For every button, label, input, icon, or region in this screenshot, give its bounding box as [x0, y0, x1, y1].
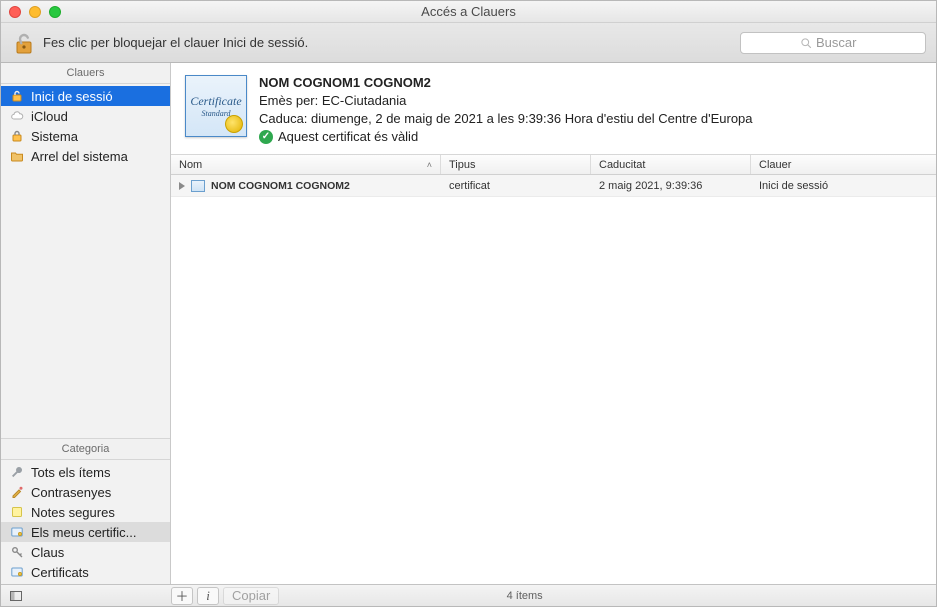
column-label: Caducitat	[599, 159, 645, 171]
sidebar-category-keys[interactable]: Claus	[1, 542, 170, 562]
column-header-keychain[interactable]: Clauer	[751, 155, 936, 174]
certificate-issuer: Emès per: EC-Ciutadania	[259, 93, 753, 108]
footer: ＋ i Copiar 4 ítems	[1, 584, 936, 606]
main-split: Clauers Inici de sessió iCloud	[1, 63, 936, 584]
certificate-icon	[9, 524, 25, 540]
sidebar-category-header: Categoria	[1, 439, 170, 460]
minimize-window-button[interactable]	[29, 6, 41, 18]
sidebar-item-label: Tots els ítems	[31, 465, 110, 480]
sidebar-item-label: Inici de sessió	[31, 89, 113, 104]
sidebar-category-my-certificates[interactable]: Els meus certific...	[1, 522, 170, 542]
wrench-icon	[9, 464, 25, 480]
sidebar-item-label: Contrasenyes	[31, 485, 111, 500]
search-icon	[800, 37, 812, 49]
titlebar: Accés a Clauers	[1, 1, 936, 23]
certificate-table: Nom ˄ Tipus Caducitat Clauer	[171, 154, 936, 584]
disclosure-triangle-icon[interactable]	[179, 182, 185, 190]
lock-icon	[9, 128, 25, 144]
zoom-window-button[interactable]	[49, 6, 61, 18]
info-button[interactable]: i	[197, 587, 219, 605]
sort-asc-icon: ˄	[427, 160, 432, 170]
column-label: Tipus	[449, 159, 476, 171]
sidebar-keychain-icloud[interactable]: iCloud	[1, 106, 170, 126]
cloud-icon	[9, 108, 25, 124]
sidebar-keychain-system-roots[interactable]: Arrel del sistema	[1, 146, 170, 166]
lock-open-icon	[9, 88, 25, 104]
copy-button[interactable]: Copiar	[223, 587, 279, 605]
certificate-icon	[9, 564, 25, 580]
sidebar-keychains-section: Clauers Inici de sessió iCloud	[1, 63, 170, 168]
certificate-name: NOM COGNOM1 COGNOM2	[259, 75, 753, 90]
table-body[interactable]: NOM COGNOM1 COGNOM2 certificat 2 maig 20…	[171, 175, 936, 584]
sidebar-keychain-login[interactable]: Inici de sessió	[1, 86, 170, 106]
column-header-type[interactable]: Tipus	[441, 155, 591, 174]
sidebar-item-label: Sistema	[31, 129, 78, 144]
close-window-button[interactable]	[9, 6, 21, 18]
sidebar-item-label: Claus	[31, 545, 64, 560]
cell-name: NOM COGNOM1 COGNOM2	[211, 180, 350, 192]
lock-keychain-area[interactable]: Fes clic per bloquejar el clauer Inici d…	[11, 30, 308, 56]
window-title: Accés a Clauers	[1, 4, 936, 19]
expand-sidebar-button[interactable]	[7, 587, 25, 605]
certificate-detail: Certificate Standard NOM COGNOM1 COGNOM2…	[171, 63, 936, 154]
search-field[interactable]	[740, 32, 926, 54]
sidebar-category-passwords[interactable]: Contrasenyes	[1, 482, 170, 502]
sidebar-category-certificates[interactable]: Certificats	[1, 562, 170, 582]
sidebar-keychains-header: Clauers	[1, 63, 170, 84]
sidebar-keychain-system[interactable]: Sistema	[1, 126, 170, 146]
certificate-valid-status: ✓ Aquest certificat és vàlid	[259, 129, 753, 144]
item-count: 4 ítems	[285, 590, 764, 602]
copy-label: Copiar	[232, 588, 270, 603]
search-input[interactable]	[816, 35, 866, 50]
folder-icon	[9, 148, 25, 164]
sidebar-category-secure-notes[interactable]: Notes segures	[1, 502, 170, 522]
column-label: Nom	[179, 159, 202, 171]
sidebar-category-all[interactable]: Tots els ítems	[1, 462, 170, 482]
sidebar-category-section: Categoria Tots els ítems Contrasenyes	[1, 438, 170, 584]
cert-thumb-line1: Certificate	[190, 94, 241, 109]
lock-open-icon	[11, 30, 37, 56]
sidebar-item-label: Els meus certific...	[31, 525, 136, 540]
sidebar-item-label: Arrel del sistema	[31, 149, 128, 164]
sidebar-item-label: Notes segures	[31, 505, 115, 520]
certificate-icon	[191, 180, 205, 192]
cert-thumb-line2: Standard	[201, 109, 230, 118]
column-header-expiry[interactable]: Caducitat	[591, 155, 751, 174]
add-button[interactable]: ＋	[171, 587, 193, 605]
toolbar: Fes clic per bloquejar el clauer Inici d…	[1, 23, 936, 63]
certificate-expiry: Caduca: diumenge, 2 de maig de 2021 a le…	[259, 111, 753, 126]
note-icon	[9, 504, 25, 520]
seal-icon	[225, 115, 243, 133]
column-header-name[interactable]: Nom ˄	[171, 155, 441, 174]
certificate-thumbnail-icon: Certificate Standard	[185, 75, 247, 137]
table-row[interactable]: NOM COGNOM1 COGNOM2 certificat 2 maig 20…	[171, 175, 936, 197]
sidebar: Clauers Inici de sessió iCloud	[1, 63, 171, 584]
column-label: Clauer	[759, 159, 791, 171]
certificate-valid-label: Aquest certificat és vàlid	[278, 129, 418, 144]
sidebar-item-label: Certificats	[31, 565, 89, 580]
key-icon	[9, 544, 25, 560]
cell-type: certificat	[449, 180, 490, 192]
sidebar-item-label: iCloud	[31, 109, 68, 124]
content-area: Certificate Standard NOM COGNOM1 COGNOM2…	[171, 63, 936, 584]
check-circle-icon: ✓	[259, 130, 273, 144]
table-header: Nom ˄ Tipus Caducitat Clauer	[171, 155, 936, 175]
cell-expiry: 2 maig 2021, 9:39:36	[599, 180, 702, 192]
window-controls	[9, 6, 61, 18]
cell-keychain: Inici de sessió	[759, 180, 828, 192]
lock-hint-text: Fes clic per bloquejar el clauer Inici d…	[43, 35, 308, 50]
key-pencil-icon	[9, 484, 25, 500]
